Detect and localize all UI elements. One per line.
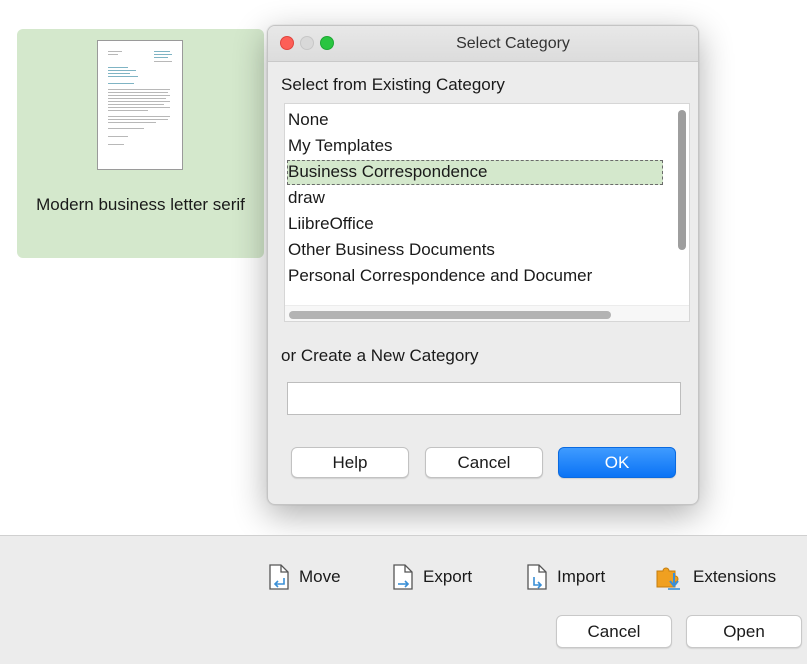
move-button[interactable]: Move xyxy=(268,563,341,591)
templates-bottom-bar: Move Export Import Extensions Cancel Ope… xyxy=(0,535,807,664)
open-button[interactable]: Open xyxy=(686,615,802,648)
list-item[interactable]: Personal Correspondence and Documer xyxy=(287,264,663,289)
extensions-button[interactable]: Extensions xyxy=(654,563,776,591)
document-export-icon xyxy=(393,564,413,590)
extensions-label: Extensions xyxy=(693,567,777,586)
export-label: Export xyxy=(423,567,473,586)
dialog-title: Select Category xyxy=(456,35,570,52)
vertical-scrollbar[interactable] xyxy=(678,110,686,250)
dialog-titlebar[interactable]: Select Category xyxy=(268,26,698,62)
move-label: Move xyxy=(299,567,341,586)
dialog-cancel-button[interactable]: Cancel xyxy=(425,447,543,478)
create-category-label: or Create a New Category xyxy=(281,346,479,365)
list-item[interactable]: Other Business Documents xyxy=(287,238,663,263)
export-button[interactable]: Export xyxy=(392,563,472,591)
ok-button[interactable]: OK xyxy=(558,447,676,478)
list-item[interactable]: My Templates xyxy=(287,134,663,159)
template-name: Modern business letter serif xyxy=(36,195,245,214)
existing-category-label: Select from Existing Category xyxy=(281,75,505,94)
select-category-dialog: Select Category Select from Existing Cat… xyxy=(267,25,699,505)
help-button[interactable]: Help xyxy=(291,447,409,478)
import-label: Import xyxy=(557,567,606,586)
list-item[interactable]: draw xyxy=(287,186,663,211)
document-import-icon xyxy=(527,564,547,590)
horizontal-scrollbar-track[interactable] xyxy=(285,305,689,321)
list-item[interactable]: LiibreOffice xyxy=(287,212,663,237)
new-category-input[interactable] xyxy=(287,382,681,415)
cancel-button[interactable]: Cancel xyxy=(556,615,672,648)
horizontal-scrollbar-thumb[interactable] xyxy=(289,311,611,319)
document-move-icon xyxy=(269,564,289,590)
template-card-modern-business-letter[interactable]: Modern business letter serif xyxy=(17,29,264,258)
list-item-selected[interactable]: Business Correspondence xyxy=(287,160,663,185)
category-list[interactable]: None My Templates Business Correspondenc… xyxy=(284,103,690,322)
import-button[interactable]: Import xyxy=(526,563,605,591)
list-item[interactable]: None xyxy=(287,108,663,133)
puzzle-download-icon xyxy=(656,567,680,590)
template-thumbnail xyxy=(97,40,183,170)
